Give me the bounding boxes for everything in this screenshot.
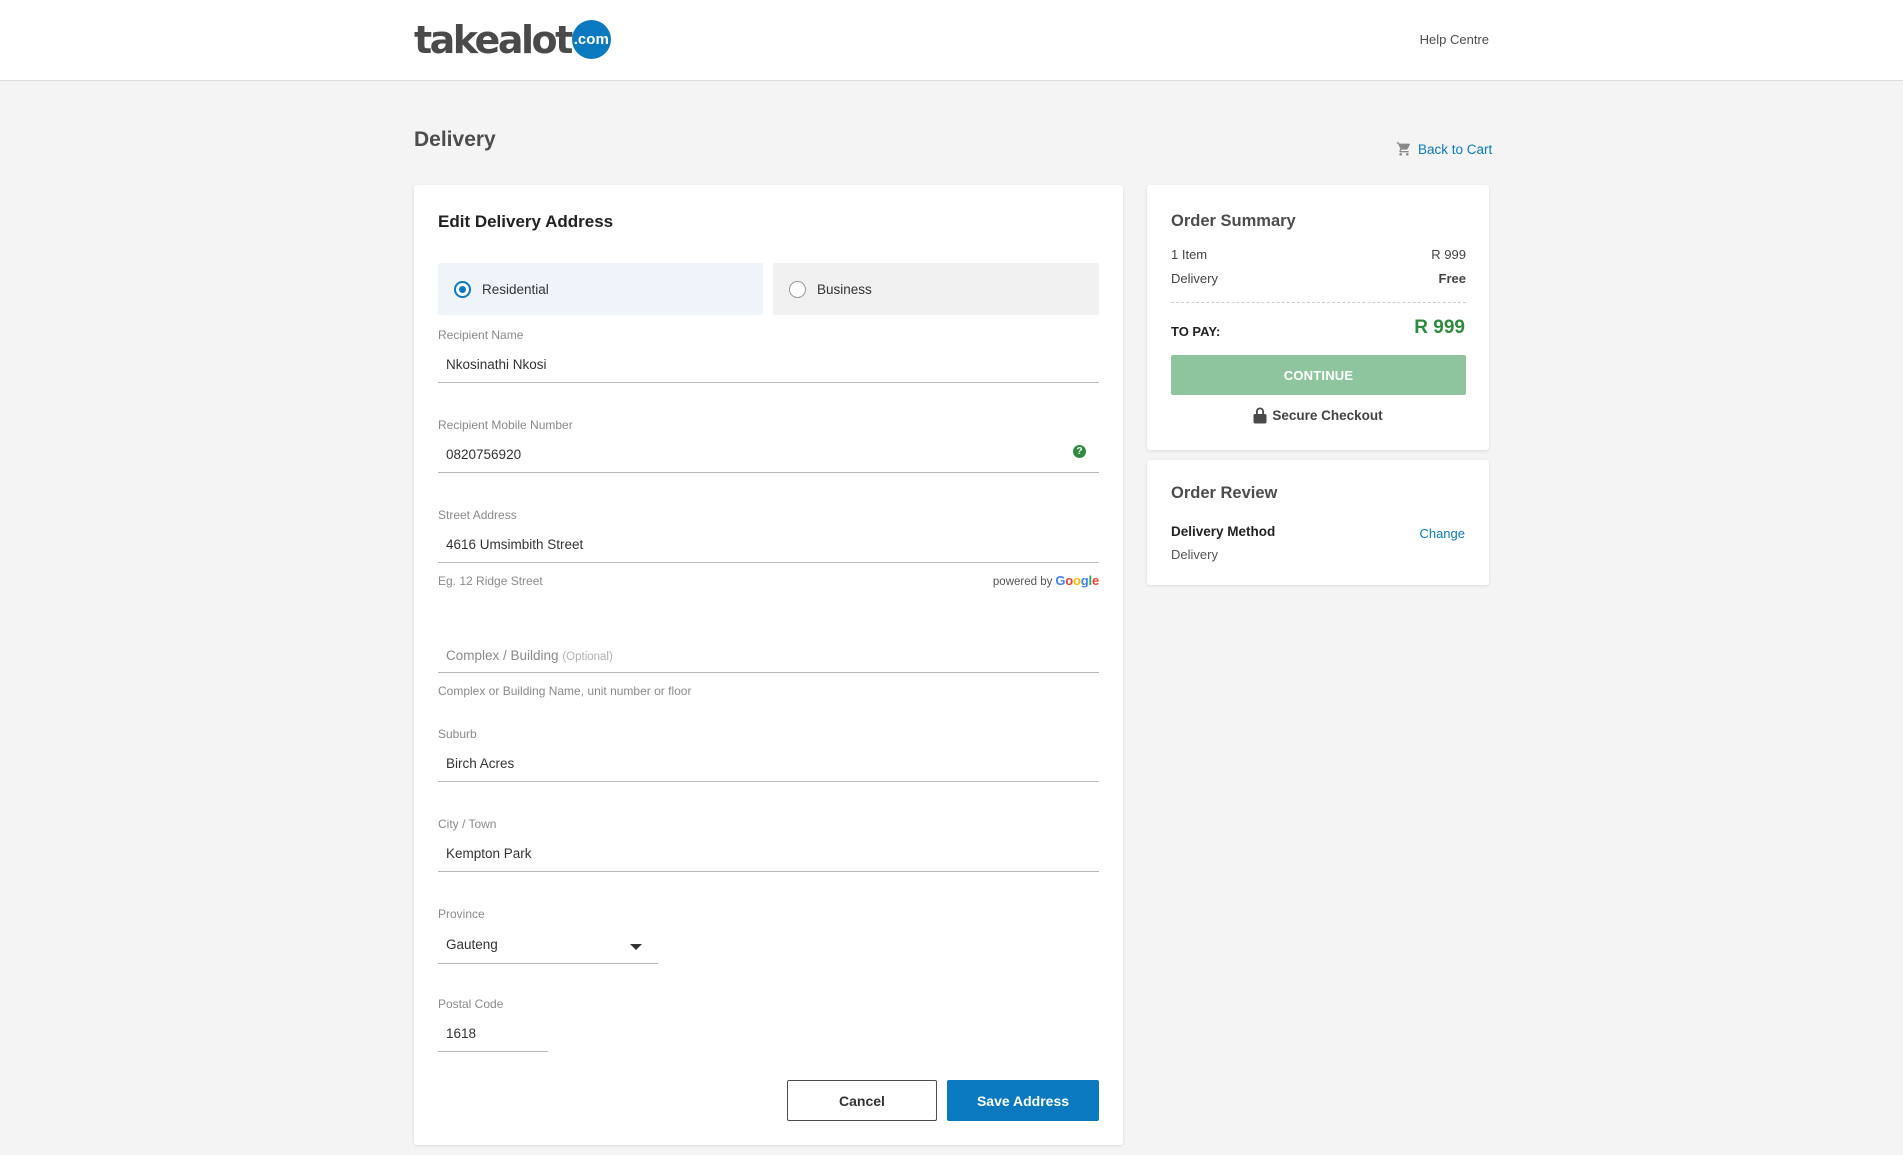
address-type-residential[interactable]: Residential [438, 263, 763, 315]
back-to-cart-link[interactable]: Back to Cart [1396, 141, 1492, 157]
change-delivery-method-link[interactable]: Change [1419, 526, 1465, 541]
cancel-button[interactable]: Cancel [787, 1080, 937, 1121]
summary-delivery-row: Delivery Free [1171, 271, 1466, 286]
province-label: Province [438, 907, 485, 921]
street-address-hint: Eg. 12 Ridge Street [438, 574, 543, 588]
suburb-input[interactable] [438, 746, 1099, 782]
back-to-cart-label: Back to Cart [1418, 141, 1493, 157]
save-address-button[interactable]: Save Address [947, 1080, 1099, 1121]
page-title: Delivery [414, 128, 496, 151]
powered-by-google: powered by Google [993, 573, 1099, 588]
street-address-input[interactable] [438, 527, 1099, 563]
logo-com-badge: .com [571, 19, 611, 59]
google-logo: Google [1055, 573, 1099, 588]
radio-icon[interactable] [789, 280, 806, 298]
delivery-method-label: Delivery Method [1171, 524, 1276, 539]
edit-address-card: Edit Delivery Address Residential Busine… [414, 185, 1123, 1145]
order-review-title: Order Review [1171, 484, 1278, 502]
takealot-logo[interactable]: takealot .com [414, 18, 611, 62]
city-town-input[interactable] [438, 836, 1099, 872]
postal-code-label: Postal Code [438, 997, 504, 1011]
to-pay-label: TO PAY: [1171, 324, 1221, 339]
radio-icon[interactable] [454, 280, 471, 298]
delivery-value: Free [1438, 271, 1466, 286]
chevron-down-icon [630, 944, 642, 950]
logo-wordmark: takealot [414, 18, 573, 62]
postal-code-input[interactable] [438, 1016, 548, 1052]
continue-button[interactable]: CONTINUE [1171, 355, 1466, 395]
delivery-label: Delivery [1171, 271, 1218, 286]
address-type-business[interactable]: Business [773, 263, 1099, 315]
form-title: Edit Delivery Address [438, 212, 614, 231]
recipient-name-label: Recipient Name [438, 328, 524, 342]
city-town-label: City / Town [438, 817, 497, 831]
delivery-method-value: Delivery [1171, 547, 1218, 562]
help-question-icon[interactable]: ? [1073, 445, 1086, 458]
order-summary-card: Order Summary 1 Item R 999 Delivery Free… [1147, 185, 1489, 450]
recipient-name-input[interactable] [438, 347, 1099, 383]
to-pay-value: R 999 [1414, 317, 1465, 338]
street-address-label: Street Address [438, 508, 517, 522]
summary-items-row: 1 Item R 999 [1171, 247, 1466, 262]
secure-checkout-label: Secure Checkout [1272, 408, 1383, 423]
province-select[interactable]: Gauteng [438, 926, 658, 964]
mobile-number-label: Recipient Mobile Number [438, 418, 573, 432]
complex-building-hint: Complex or Building Name, unit number or… [438, 684, 692, 698]
secure-checkout: Secure Checkout [1147, 407, 1489, 424]
order-review-card: Order Review Delivery Method Delivery Ch… [1147, 460, 1489, 585]
items-value: R 999 [1431, 247, 1466, 262]
lock-icon [1253, 407, 1267, 424]
province-value: Gauteng [446, 937, 498, 952]
complex-building-input[interactable] [438, 637, 1099, 673]
mobile-number-input[interactable] [438, 437, 1099, 473]
top-header: takealot .com Help Centre [0, 0, 1903, 81]
order-summary-title: Order Summary [1171, 212, 1296, 230]
help-centre-link[interactable]: Help Centre [1420, 32, 1489, 47]
powered-by-text: powered by [992, 576, 1053, 588]
cart-icon [1396, 142, 1411, 156]
summary-divider [1171, 302, 1466, 303]
residential-label: Residential [482, 281, 549, 297]
business-label: Business [817, 281, 872, 297]
suburb-label: Suburb [438, 727, 477, 741]
items-label: 1 Item [1171, 247, 1208, 262]
